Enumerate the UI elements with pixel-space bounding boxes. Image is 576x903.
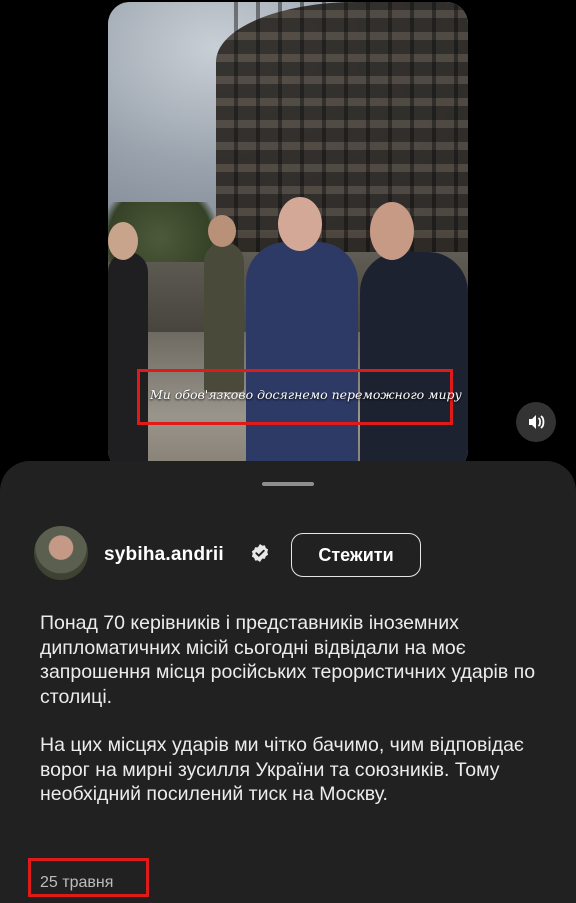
post-info-sheet: sybiha.andrii Стежити Понад 70 керівникі… [0, 461, 576, 903]
drag-handle[interactable] [262, 482, 314, 486]
person-left [108, 252, 148, 472]
verified-badge-icon [251, 544, 269, 562]
avatar[interactable] [34, 526, 88, 580]
burned-building [216, 2, 468, 252]
speaker-icon [529, 415, 545, 429]
sound-toggle-button[interactable] [516, 402, 556, 442]
person-right [360, 252, 468, 472]
video-caption: Ми обов'язково досягнемо переможного мир… [150, 387, 462, 402]
post-paragraph-1: Понад 70 керівників і представників іноз… [40, 612, 536, 708]
person-right-head [370, 202, 414, 260]
username[interactable]: sybiha.andrii [104, 544, 224, 566]
follow-button[interactable]: Стежити [291, 533, 421, 577]
person-bearded-head [208, 215, 236, 247]
post-paragraph-2: На цих місцях ударів ми чітко бачимо, чи… [40, 734, 524, 805]
post-description: Понад 70 керівників і представників іноз… [40, 611, 550, 807]
person-center [246, 242, 358, 472]
person-left-head [108, 222, 138, 260]
person-center-head [278, 197, 322, 251]
post-date: 25 травня [40, 874, 114, 891]
